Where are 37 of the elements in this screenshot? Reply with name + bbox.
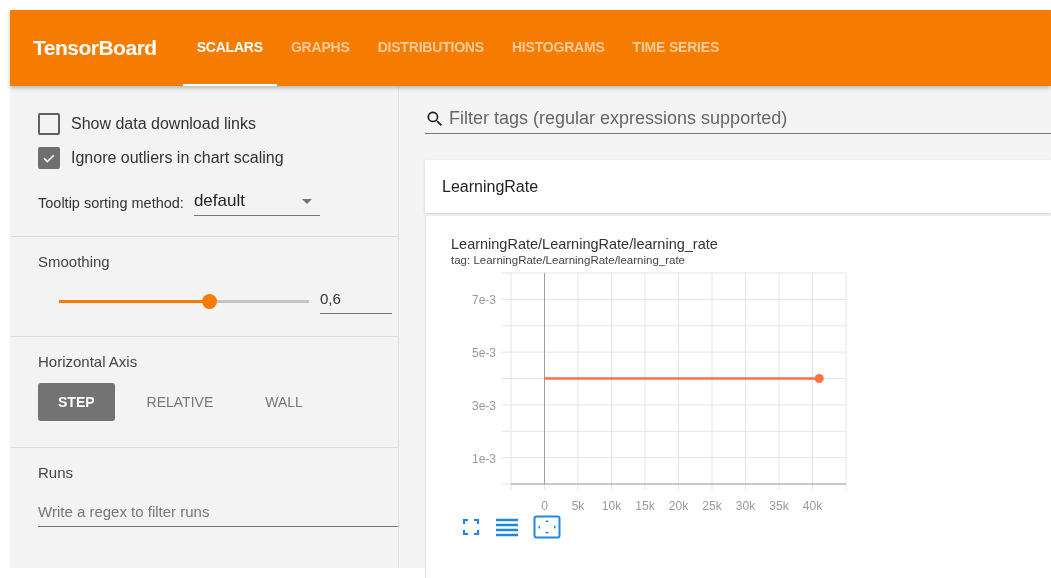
search-field[interactable]: Filter tags (regular expressions supported) [425, 108, 1051, 134]
y-tick-label: 1e-3 [471, 451, 496, 466]
fullscreen-icon[interactable] [461, 517, 481, 537]
y-tick-label: 3e-3 [471, 398, 496, 413]
axis-option-button[interactable]: STEP [38, 383, 115, 421]
app-title: TensorBoard [33, 36, 157, 60]
checkbox-label: Ignore outliers in chart scaling [71, 149, 284, 167]
chart-subtitle: tag: LearningRate/LearningRate/learning_rate [451, 254, 686, 266]
fit-domain-icon[interactable] [533, 515, 561, 539]
x-tick-label: 30k [735, 499, 756, 513]
tooltip-sorting-label: Tooltip sorting method: [38, 194, 184, 211]
x-tick-label: 15k [635, 499, 655, 513]
runs-filter-field[interactable]: Write a regex to filter runs [38, 499, 398, 527]
caret-icon [301, 198, 312, 204]
checkbox-label: Show data download links [71, 115, 256, 133]
x-tick-label: 5k [571, 499, 585, 513]
axis-option-button[interactable]: RELATIVE [126, 383, 234, 421]
checkbox[interactable] [38, 113, 60, 135]
smoothing-input[interactable]: 0,6 [320, 288, 392, 314]
x-tick-label: 0 [541, 499, 548, 513]
y-tick-label: 5e-3 [471, 346, 496, 361]
x-tick-label: 10k [601, 499, 622, 513]
section-title: Smoothing [38, 253, 111, 270]
axis-option-button[interactable]: WALL [245, 383, 323, 421]
y-tick-label: 7e-3 [471, 293, 496, 308]
x-tick-label: 35k [769, 499, 789, 513]
category-header[interactable]: LearningRate [425, 160, 1051, 213]
chart-title: LearningRate/LearningRate/learning_rate [451, 236, 719, 252]
sorting-dropdown[interactable]: default [193, 189, 320, 216]
checkbox[interactable] [38, 147, 60, 169]
x-tick-label: 25k [702, 499, 722, 513]
lines-icon[interactable] [495, 517, 519, 537]
x-tick-label: 20k [668, 499, 689, 513]
category-title: LearningRate [442, 177, 539, 196]
section-title: Runs [38, 464, 75, 481]
x-tick-label: 40k [802, 499, 823, 513]
section-title: Horizontal Axis [38, 353, 139, 370]
